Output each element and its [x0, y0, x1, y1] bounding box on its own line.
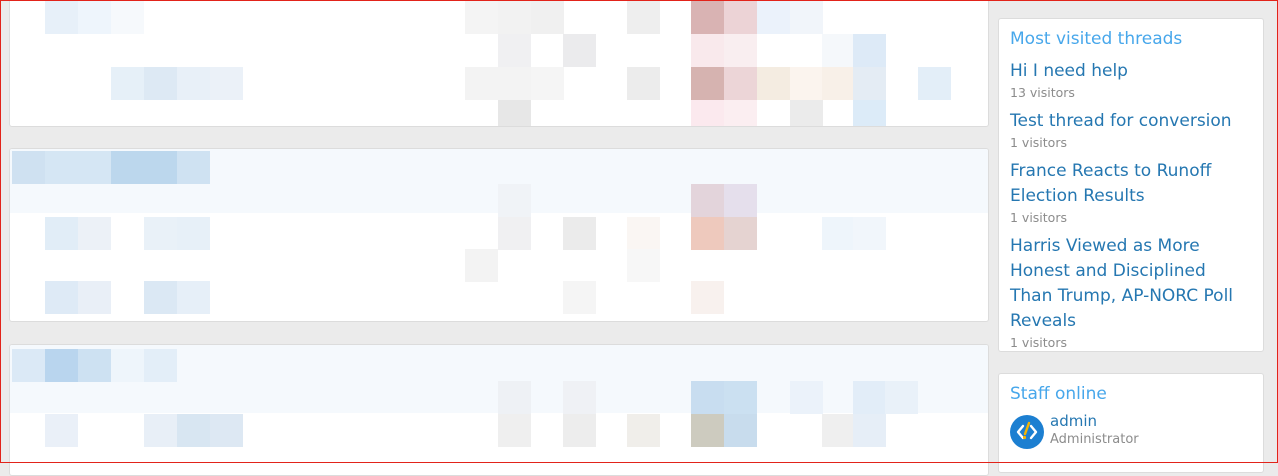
- staff-name-link[interactable]: admin: [1050, 411, 1139, 431]
- most-visited-threads-block: Most visited threads Hi I need help 13 v…: [998, 18, 1264, 352]
- thread-visitor-count: 1 visitors: [1010, 210, 1067, 225]
- thread-item: Hi I need help 13 visitors: [1010, 59, 1252, 101]
- thread-link[interactable]: Hi I need help: [1010, 59, 1252, 84]
- code-logo-icon[interactable]: [1010, 415, 1044, 449]
- thread-visitor-count: 1 visitors: [1010, 335, 1067, 350]
- blurred-content-panel-1: [9, 0, 989, 127]
- thread-link[interactable]: France Reacts to Runoff Election Results: [1010, 159, 1252, 209]
- most-visited-threads-title[interactable]: Most visited threads: [1010, 28, 1252, 50]
- thread-visitor-count: 13 visitors: [1010, 85, 1075, 100]
- staff-online-title[interactable]: Staff online: [1010, 383, 1252, 405]
- thread-link[interactable]: Test thread for conversion: [1010, 109, 1252, 134]
- staff-member-info: admin Administrator: [1050, 411, 1139, 449]
- staff-role-label: Administrator: [1050, 432, 1139, 447]
- thread-item: Test thread for conversion 1 visitors: [1010, 109, 1252, 151]
- thread-item: Harris Viewed as More Honest and Discipl…: [1010, 234, 1252, 351]
- staff-online-block: Staff online admin Administrator: [998, 373, 1264, 473]
- blurred-content-panel-2: [9, 148, 989, 322]
- blurred-content-panel-3: [9, 344, 989, 476]
- thread-item: France Reacts to Runoff Election Results…: [1010, 159, 1252, 226]
- thread-link[interactable]: Harris Viewed as More Honest and Discipl…: [1010, 234, 1252, 334]
- staff-member: admin Administrator: [1010, 411, 1252, 449]
- thread-visitor-count: 1 visitors: [1010, 135, 1067, 150]
